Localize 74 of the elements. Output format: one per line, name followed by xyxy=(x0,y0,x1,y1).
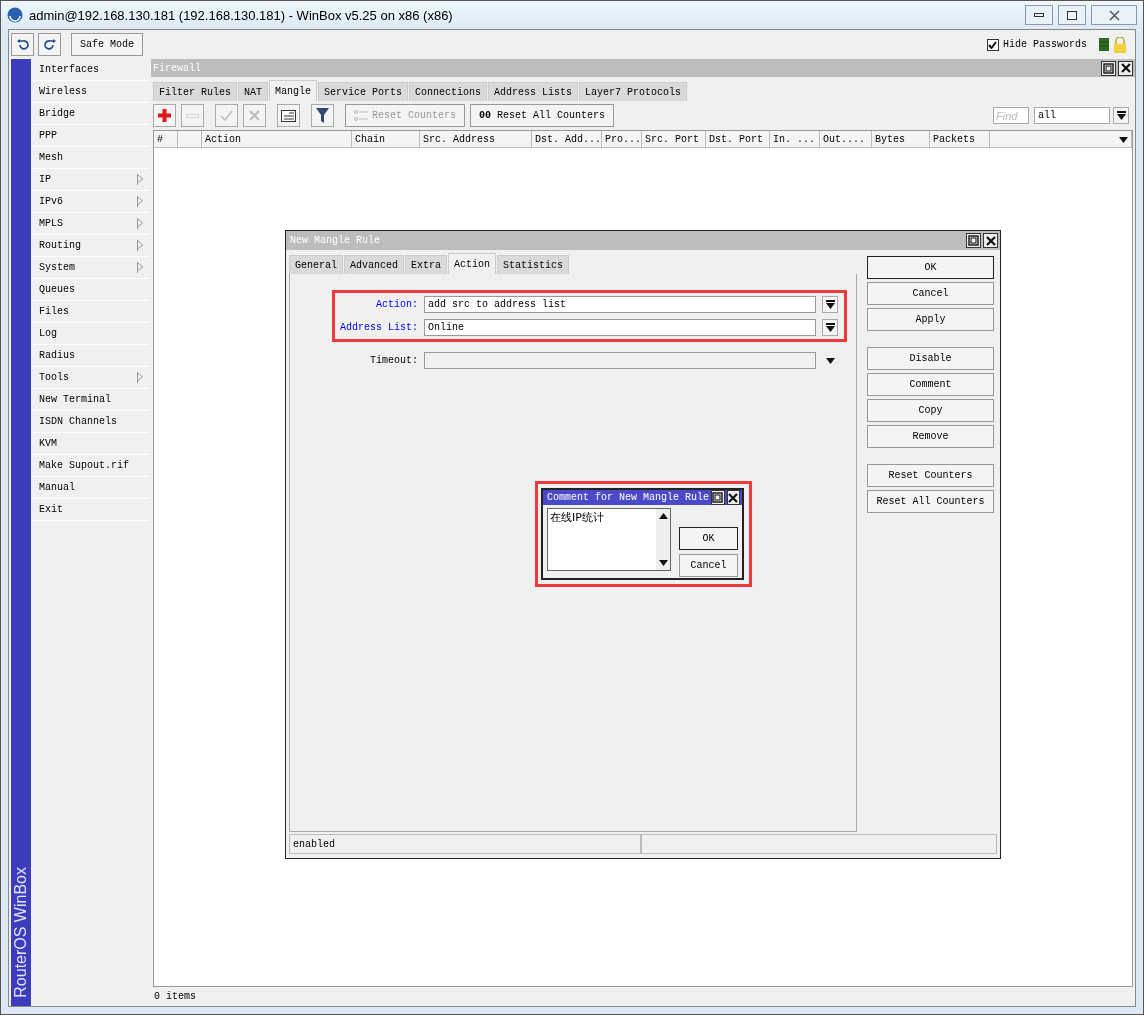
status-text: enabled xyxy=(289,834,641,854)
column-header[interactable]: In. ... xyxy=(770,131,820,147)
menu-item[interactable]: ISDN Channels xyxy=(31,411,149,433)
menu-item[interactable]: KVM xyxy=(31,433,149,455)
column-header[interactable]: Action xyxy=(202,131,352,147)
tab[interactable]: Advanced xyxy=(344,255,405,274)
column-header[interactable]: Bytes xyxy=(872,131,930,147)
menu-item[interactable]: PPP xyxy=(31,125,149,147)
menu-item[interactable]: IP xyxy=(31,169,149,191)
comment-text-area[interactable]: 在线IP统计 xyxy=(547,508,671,571)
tab[interactable]: Action xyxy=(448,253,497,274)
menu-item[interactable]: Log xyxy=(31,323,149,345)
column-header[interactable]: Out.... xyxy=(820,131,872,147)
menu-item[interactable]: Files xyxy=(31,301,149,323)
tab[interactable]: NAT xyxy=(238,82,269,101)
status-text: 0 items xyxy=(153,990,197,1004)
column-header[interactable]: Packets xyxy=(930,131,990,147)
tab[interactable]: Extra xyxy=(405,255,448,274)
column-header[interactable]: Dst. Add... xyxy=(532,131,602,147)
reset-all-counters-button[interactable]: 00 Reset All Counters xyxy=(470,104,615,127)
dialog-title: New Mangle Rule xyxy=(290,235,381,246)
brand-label: RouterOS WinBox xyxy=(12,867,30,998)
tab[interactable]: Mangle xyxy=(269,80,318,101)
menu-item[interactable]: Manual xyxy=(31,477,149,499)
checkbox-label: Hide Passwords xyxy=(1003,39,1087,50)
column-header[interactable]: Src. Address xyxy=(420,131,532,147)
select-field[interactable]: add src to address list xyxy=(424,296,816,313)
menu-item[interactable]: MPLS xyxy=(31,213,149,235)
column-header[interactable]: Src. Port xyxy=(642,131,706,147)
menu-item[interactable]: Wireless xyxy=(31,81,149,103)
dialog-button[interactable]: Cancel xyxy=(867,282,994,305)
dialog-button[interactable]: OK xyxy=(679,527,738,550)
tab[interactable]: Statistics xyxy=(497,255,570,274)
menu-item[interactable]: Tools xyxy=(31,367,149,389)
column-header[interactable]: Dst. Port xyxy=(706,131,770,147)
menu-item[interactable]: Exit xyxy=(31,499,149,521)
menu-item[interactable]: IPv6 xyxy=(31,191,149,213)
dialog-button[interactable]: Disable xyxy=(867,347,994,370)
safe-mode-button[interactable]: Safe Mode xyxy=(71,33,143,56)
tab[interactable]: Service Ports xyxy=(318,82,409,101)
menu-item[interactable]: Make Supout.rif xyxy=(31,455,149,477)
tab[interactable]: Filter Rules xyxy=(153,82,237,101)
dialog-title: Comment for New Mangle Rule xyxy=(547,492,710,503)
column-header[interactable]: Chain xyxy=(352,131,420,147)
find-field[interactable]: Find xyxy=(993,107,1029,124)
dialog-button[interactable]: Apply xyxy=(867,308,994,331)
dialog-button[interactable]: Remove xyxy=(867,425,994,448)
column-header[interactable]: # xyxy=(154,131,178,147)
menu-item[interactable]: System xyxy=(31,257,149,279)
column-header[interactable]: Pro... xyxy=(602,131,642,147)
dialog-button[interactable]: Cancel xyxy=(679,554,738,577)
menu-item[interactable]: Interfaces xyxy=(31,59,149,81)
tab[interactable]: Layer7 Protocols xyxy=(579,82,688,101)
panel-title: Firewall xyxy=(153,62,202,74)
tab[interactable]: Connections xyxy=(409,82,488,101)
menu-item[interactable]: Radius xyxy=(31,345,149,367)
window-title: admin@192.168.130.181 (192.168.130.181) - WinBox v5.25 on x86 (x86) xyxy=(29,7,454,23)
dialog-button[interactable]: Comment xyxy=(867,373,994,396)
filter-select[interactable]: all xyxy=(1034,107,1110,124)
dialog-button[interactable]: OK xyxy=(867,256,994,279)
dialog-button[interactable]: Reset All Counters xyxy=(867,490,994,513)
dialog-button[interactable]: Copy xyxy=(867,399,994,422)
menu-item[interactable]: New Terminal xyxy=(31,389,149,411)
tab[interactable]: General xyxy=(289,255,343,274)
field-label: Action: xyxy=(375,299,418,310)
field-label: Timeout: xyxy=(369,355,418,366)
menu-item[interactable]: Bridge xyxy=(31,103,149,125)
tab[interactable]: Address Lists xyxy=(488,82,579,101)
menu-item[interactable]: Queues xyxy=(31,279,149,301)
menu-item[interactable]: Mesh xyxy=(31,147,149,169)
field-label: Address List: xyxy=(339,322,418,333)
menu-item[interactable]: Routing xyxy=(31,235,149,257)
select-field[interactable]: Online xyxy=(424,319,816,336)
dialog-button[interactable]: Reset Counters xyxy=(867,464,994,487)
